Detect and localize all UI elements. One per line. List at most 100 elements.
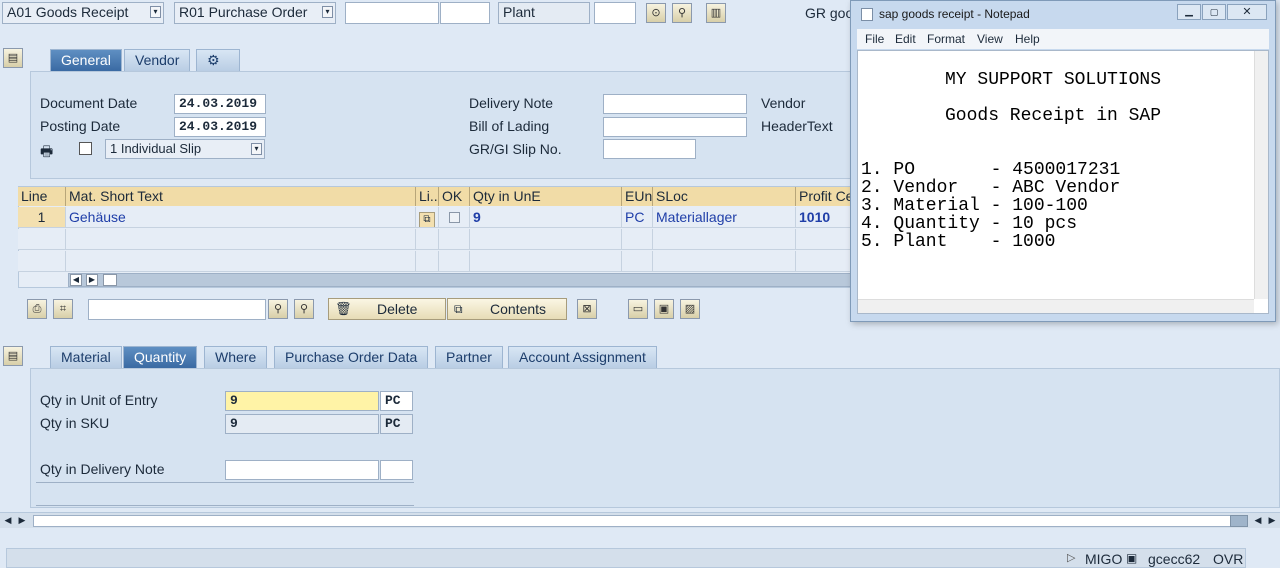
table-row[interactable] [66, 229, 416, 250]
post-date-input[interactable]: 24.03.2019 [174, 117, 266, 137]
copy-icon[interactable]: ⧉ [419, 212, 435, 227]
print-item-icon[interactable]: ⎙ [27, 299, 47, 319]
tab-general[interactable]: General [50, 49, 122, 71]
cell-line[interactable]: 1 [18, 207, 66, 228]
collapse-icon[interactable]: ⊠ [577, 299, 597, 319]
tab-more[interactable]: ⚙ [196, 49, 240, 71]
col-line[interactable]: Line [18, 187, 66, 206]
tab-material[interactable]: Material [50, 346, 122, 368]
notepad-titlebar[interactable]: sap goods receipt - Notepad ▁ ▢ ✕ [851, 1, 1275, 29]
minimize-icon[interactable]: ▁ [1177, 4, 1201, 20]
notepad-window[interactable]: sap goods receipt - Notepad ▁ ▢ ✕ File E… [850, 0, 1276, 322]
table-row[interactable] [18, 229, 66, 250]
execute-icon[interactable]: ⊙ [646, 3, 666, 23]
scroll-thumb[interactable] [103, 274, 117, 286]
scroll-left-icon[interactable]: ◀ [70, 274, 82, 286]
table-row[interactable] [470, 229, 622, 250]
cell-ok[interactable] [439, 207, 470, 228]
scroll-thumb[interactable] [1230, 515, 1248, 527]
help-icon[interactable]: ▥ [706, 3, 726, 23]
cell-text[interactable]: Gehäuse [66, 207, 416, 228]
item-search-input[interactable] [88, 299, 266, 320]
cell-li[interactable]: ⧉ [416, 207, 439, 228]
dropdown-icon[interactable]: ▾ [150, 6, 161, 18]
col-profit[interactable]: Profit Ce [796, 187, 858, 206]
menu-file[interactable]: File [865, 32, 884, 46]
dropdown-icon[interactable]: ▾ [251, 143, 262, 155]
bill-of-lading-input[interactable] [603, 117, 747, 137]
scroll-track[interactable] [33, 515, 1248, 527]
filter-icon[interactable]: ⌗ [53, 299, 73, 319]
po-number-input[interactable] [345, 2, 439, 24]
tab-where[interactable]: Where [204, 346, 268, 368]
doc-icon[interactable]: ▭ [628, 299, 648, 319]
maximize-icon[interactable]: ▢ [1202, 4, 1226, 20]
qty-entry-unit[interactable]: PC [380, 391, 413, 411]
contents-button[interactable]: ⧉ Contents [447, 298, 567, 320]
table-row[interactable] [653, 251, 796, 272]
tab-quantity[interactable]: Quantity [123, 346, 198, 368]
status-info-icon[interactable]: ▣ [1126, 551, 1137, 565]
tab-partner[interactable]: Partner [435, 346, 503, 368]
table-row[interactable] [622, 229, 653, 250]
col-sloc[interactable]: SLoc [653, 187, 796, 206]
scroll-right-icon[interactable]: ▶ [86, 274, 98, 286]
table-row[interactable] [416, 251, 439, 272]
scroll-right-icon[interactable]: ▶ [16, 514, 28, 527]
notepad-vscroll[interactable] [1254, 51, 1268, 299]
main-scrollbar[interactable]: ◀ ▶ ◀ ▶ [0, 512, 1280, 528]
cell-sloc[interactable]: Materiallager [653, 207, 796, 228]
table-row[interactable] [470, 251, 622, 272]
reference-select[interactable]: R01 Purchase Order ▾ [174, 2, 336, 24]
table-row[interactable] [653, 229, 796, 250]
tab-vendor[interactable]: Vendor [124, 49, 191, 71]
ok-checkbox[interactable] [449, 212, 460, 223]
table-row[interactable] [18, 251, 66, 272]
transaction-select[interactable]: A01 Goods Receipt ▾ [2, 2, 164, 24]
find-next-icon[interactable]: ⚲ [294, 299, 314, 319]
export-icon[interactable]: ▣ [654, 299, 674, 319]
col-qty[interactable]: Qty in UnE [470, 187, 622, 206]
tab-account-assignment[interactable]: Account Assignment [508, 346, 657, 368]
printer-icon[interactable]: 🖶 [40, 141, 53, 165]
qty-delivery-input[interactable] [225, 460, 379, 480]
expand-header-icon[interactable]: ▤ [3, 48, 23, 68]
print-checkbox[interactable] [79, 142, 92, 155]
find-icon[interactable]: ⚲ [268, 299, 288, 319]
expand-detail-icon[interactable]: ▤ [3, 346, 23, 366]
po-item-input[interactable] [440, 2, 490, 24]
table-row[interactable] [796, 251, 858, 272]
col-text[interactable]: Mat. Short Text [66, 187, 416, 206]
cell-eun[interactable]: PC [622, 207, 653, 228]
table-row[interactable] [439, 251, 470, 272]
table-row[interactable] [439, 229, 470, 250]
scroll-right-icon[interactable]: ▶ [1266, 514, 1278, 527]
col-ok[interactable]: OK [439, 187, 470, 206]
import-icon[interactable]: ▨ [680, 299, 700, 319]
col-li[interactable]: Li... [416, 187, 439, 206]
table-scrollbar[interactable]: ◀ ▶ [68, 273, 858, 287]
notepad-editor[interactable]: MY SUPPORT SOLUTIONS Goods Receipt in SA… [857, 50, 1269, 314]
menu-edit[interactable]: Edit [895, 32, 916, 46]
status-arrow-icon[interactable]: ▷ [1067, 551, 1075, 564]
qty-delivery-unit[interactable] [380, 460, 413, 480]
delete-button[interactable]: 🗑 Delete [328, 298, 446, 320]
slip-no-input[interactable] [603, 139, 696, 159]
scroll-left-icon[interactable]: ◀ [1252, 514, 1264, 527]
menu-view[interactable]: View [977, 32, 1003, 46]
doc-date-input[interactable]: 24.03.2019 [174, 94, 266, 114]
cell-profit[interactable]: 1010 [796, 207, 858, 228]
menu-help[interactable]: Help [1015, 32, 1040, 46]
menu-format[interactable]: Format [927, 32, 965, 46]
dropdown-icon[interactable]: ▾ [322, 6, 333, 18]
notepad-hscroll[interactable] [858, 299, 1254, 313]
plant-input[interactable] [594, 2, 636, 24]
binoculars-icon[interactable]: ⚲ [672, 3, 692, 23]
table-row[interactable] [622, 251, 653, 272]
col-eun[interactable]: EUn [622, 187, 653, 206]
tab-po-data[interactable]: Purchase Order Data [274, 346, 429, 368]
cell-qty[interactable]: 9 [470, 207, 622, 228]
delivery-note-input[interactable] [603, 94, 747, 114]
table-row[interactable] [416, 229, 439, 250]
scroll-left-icon[interactable]: ◀ [2, 514, 14, 527]
